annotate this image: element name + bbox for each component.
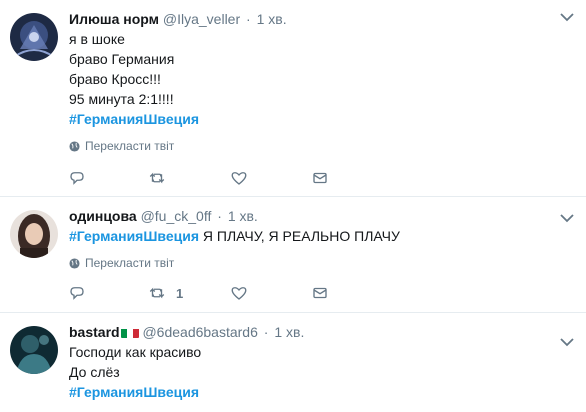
tweet-text-line: 95 минута 2:1!!!! xyxy=(69,91,174,107)
display-name[interactable]: одинцова xyxy=(69,208,137,224)
chevron-down-icon[interactable] xyxy=(560,12,574,22)
display-name[interactable]: Илюша норм xyxy=(69,11,159,27)
chevron-down-icon[interactable] xyxy=(560,213,574,223)
display-name[interactable]: bastard xyxy=(69,324,120,340)
envelope-icon xyxy=(313,287,327,299)
hashtag-link[interactable]: #ГерманияШвеция xyxy=(69,384,199,400)
translate-label: Перекласти твіт xyxy=(85,139,175,153)
heart-icon xyxy=(231,172,247,185)
hashtag-link[interactable]: #ГерманияШвеция xyxy=(69,228,199,244)
globe-icon xyxy=(69,140,80,152)
reply-icon xyxy=(70,287,84,300)
chevron-down-icon[interactable] xyxy=(560,337,574,347)
italy-flag-icon xyxy=(120,326,139,338)
tweet-text: Я ПЛАЧУ, Я РЕАЛЬНО ПЛАЧУ xyxy=(199,228,400,244)
hashtag-link[interactable]: #ГерманияШвеция xyxy=(69,111,199,127)
separator-dot: · xyxy=(217,208,222,224)
tweet-header: одинцова @fu_ck_0ff · 1 хв. xyxy=(69,206,556,226)
retweet-button[interactable]: 1 xyxy=(148,284,183,302)
reply-button[interactable] xyxy=(68,169,86,187)
translate-tweet-link[interactable]: Перекласти твіт xyxy=(69,255,556,271)
envelope-icon xyxy=(313,172,327,184)
timestamp[interactable]: 1 хв. xyxy=(257,11,287,27)
like-button[interactable] xyxy=(230,169,248,187)
translate-label: Перекласти твіт xyxy=(85,256,175,270)
tweet-text-line: я в шоке xyxy=(69,31,125,47)
avatar[interactable] xyxy=(10,13,58,61)
retweet-count: 1 xyxy=(176,285,184,301)
direct-message-button[interactable] xyxy=(311,284,329,302)
timestamp[interactable]: 1 хв. xyxy=(228,208,258,224)
like-button[interactable] xyxy=(230,284,248,302)
tweet-header: bastard @6dead6bastard6 · 1 хв. xyxy=(69,322,556,342)
tweet-text-line: браво Кросс!!! xyxy=(69,71,161,87)
translate-tweet-link[interactable]: Перекласти твіт xyxy=(69,138,556,154)
tweet[interactable]: одинцова @fu_ck_0ff · 1 хв. #ГерманияШве… xyxy=(0,197,586,313)
heart-icon xyxy=(231,287,247,300)
user-handle[interactable]: @Ilya_veller xyxy=(163,11,240,27)
tweet[interactable]: Илюша норм @Ilya_veller · 1 хв. я в шоке… xyxy=(0,0,586,197)
tweet-text-line: Господи как красиво xyxy=(69,344,202,360)
reply-icon xyxy=(70,172,84,185)
tweet-actions xyxy=(68,169,338,189)
direct-message-button[interactable] xyxy=(311,169,329,187)
globe-icon xyxy=(69,257,80,269)
retweet-button[interactable] xyxy=(148,169,176,187)
avatar[interactable] xyxy=(10,326,58,374)
user-handle[interactable]: @fu_ck_0ff xyxy=(141,208,212,224)
tweet[interactable]: bastard @6dead6bastard6 · 1 хв. Господи … xyxy=(0,313,586,412)
tweet-header: Илюша норм @Ilya_veller · 1 хв. xyxy=(69,9,556,29)
retweet-icon xyxy=(149,287,165,299)
tweet-text-line: браво Германия xyxy=(69,51,175,67)
reply-button[interactable] xyxy=(68,284,86,302)
tweet-actions: 1 xyxy=(68,284,338,304)
user-handle[interactable]: @6dead6bastard6 xyxy=(142,324,257,340)
tweet-text-line: #ГерманияШвеция Я ПЛАЧУ, Я РЕАЛЬНО ПЛАЧУ xyxy=(69,226,556,246)
timestamp[interactable]: 1 хв. xyxy=(274,324,304,340)
avatar[interactable] xyxy=(10,210,58,258)
tweet-text-line: До слёз xyxy=(69,364,120,380)
retweet-icon xyxy=(149,172,165,184)
separator-dot: · xyxy=(246,11,251,27)
separator-dot: · xyxy=(263,324,269,340)
